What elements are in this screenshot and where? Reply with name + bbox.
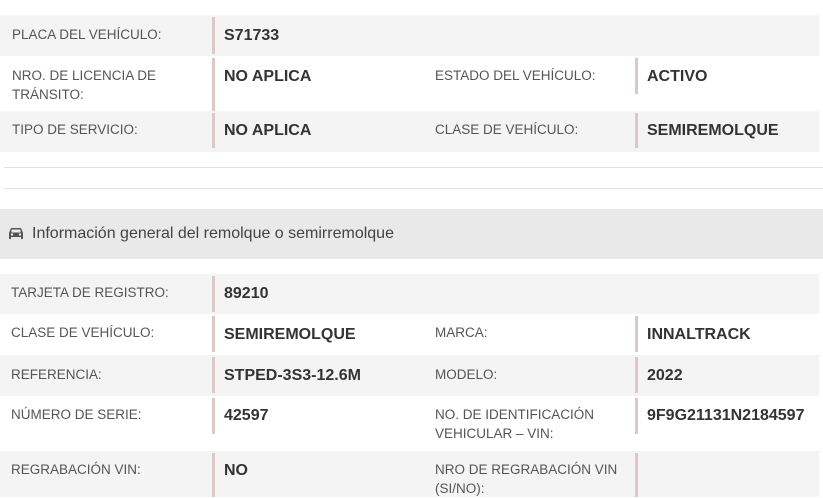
tarjeta-value: 89210: [224, 285, 269, 302]
marca-label: MARCA:: [435, 325, 488, 340]
separator: [212, 453, 215, 497]
separator: [635, 316, 638, 352]
tipo-servicio-label: TIPO DE SERVICIO:: [12, 122, 138, 137]
regrabacion-value: NO: [224, 462, 248, 479]
separator: [635, 398, 638, 434]
vin-value: 9F9G21131N2184597: [647, 407, 805, 424]
separator: [212, 58, 215, 111]
separator: [212, 113, 215, 148]
trailer-clase-label: CLASE DE VEHÍCULO:: [11, 325, 155, 340]
row-tipo-clase: TIPO DE SERVICIO: NO APLICA CLASE DE VEH…: [0, 111, 819, 152]
row-serie-vin: NÚMERO DE SERIE: 42597 NO. DE IDENTIFICA…: [0, 396, 819, 451]
separator: [212, 316, 215, 352]
separator: [635, 58, 638, 94]
separator: [635, 113, 638, 148]
modelo-value: 2022: [647, 367, 683, 384]
estado-value: ACTIVO: [647, 68, 708, 85]
licencia-label-line2: TRÁNSITO:: [12, 87, 84, 102]
clase-value: SEMIREMOLQUE: [647, 122, 779, 139]
separator: [635, 357, 638, 393]
vin-label-line1: NO. DE IDENTIFICACIÓN: [435, 407, 595, 422]
serie-value: 42597: [224, 407, 269, 424]
separator: [212, 276, 215, 312]
placa-value: S71733: [224, 27, 280, 44]
nro-regrabacion-label-line1: NRO DE REGRABACIÓN VIN: [435, 462, 618, 477]
modelo-label: MODELO:: [435, 367, 498, 382]
separator: [212, 357, 215, 393]
referencia-label: REFERENCIA:: [11, 367, 102, 382]
row-tarjeta: TARJETA DE REGISTRO: 89210: [0, 274, 819, 314]
row-licencia-estado: NRO. DE LICENCIA DE TRÁNSITO: NO APLICA …: [0, 56, 819, 111]
car-icon: [9, 228, 23, 239]
row-referencia-modelo: REFERENCIA: STPED-3S3-12.6M MODELO: 2022: [0, 355, 819, 396]
row-placa: PLACA DEL VEHÍCULO: S71733: [0, 15, 819, 56]
licencia-label-line1: NRO. DE LICENCIA DE: [12, 68, 157, 83]
marca-value: INNALTRACK: [647, 326, 751, 343]
divider: [4, 188, 823, 189]
clase-label: CLASE DE VEHÍCULO:: [435, 122, 579, 137]
tipo-servicio-value: NO APLICA: [224, 122, 312, 139]
section-header[interactable]: Información general del remolque o semir…: [0, 209, 823, 259]
row-clase-marca: CLASE DE VEHÍCULO: SEMIREMOLQUE MARCA: I…: [0, 314, 819, 355]
estado-label: ESTADO DEL VEHÍCULO:: [435, 68, 596, 83]
nro-regrabacion-label-line2: (SI/NO):: [435, 481, 485, 496]
licencia-value: NO APLICA: [224, 68, 312, 85]
trailer-clase-value: SEMIREMOLQUE: [224, 326, 356, 343]
referencia-value: STPED-3S3-12.6M: [224, 367, 361, 384]
row-regrabacion: REGRABACIÓN VIN: NO NRO DE REGRABACIÓN V…: [0, 451, 819, 497]
vin-label-line2: VEHICULAR – VIN:: [435, 426, 554, 441]
divider: [4, 167, 823, 168]
separator: [212, 398, 215, 434]
separator: [212, 17, 215, 54]
section-title: Información general del remolque o semir…: [32, 225, 394, 242]
serie-label: NÚMERO DE SERIE:: [11, 407, 142, 422]
placa-label: PLACA DEL VEHÍCULO:: [12, 27, 162, 42]
regrabacion-label: REGRABACIÓN VIN:: [11, 462, 141, 477]
separator: [635, 453, 638, 497]
tarjeta-label: TARJETA DE REGISTRO:: [11, 285, 169, 300]
